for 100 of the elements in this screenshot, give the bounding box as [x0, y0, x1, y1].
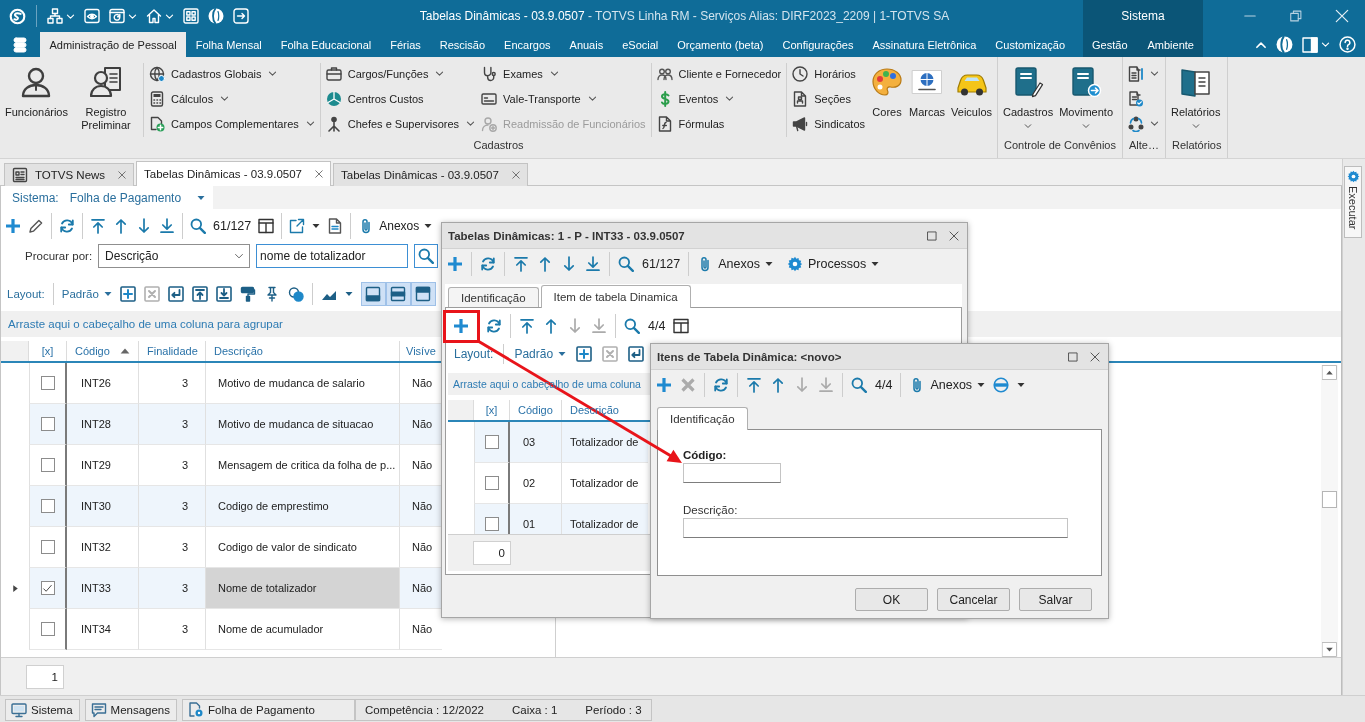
- enter-box-icon[interactable]: [628, 346, 645, 362]
- arrow-down-box-icon[interactable]: [215, 286, 232, 302]
- ribbon-item[interactable]: Horários: [792, 61, 865, 86]
- attachments-button[interactable]: Anexos: [697, 256, 773, 272]
- ribbon-item[interactable]: Centros Custos: [325, 86, 476, 111]
- close-icon[interactable]: [949, 230, 959, 241]
- layout-dropdown[interactable]: Padrão: [61, 288, 112, 300]
- ribbon-tab[interactable]: Anuais: [560, 32, 613, 57]
- ribbon-item[interactable]: Vale-Transporte: [481, 86, 646, 111]
- ribbon-tab[interactable]: Ambiente: [1137, 32, 1204, 57]
- ribbon-item[interactable]: Campos Complementares: [149, 111, 315, 136]
- arrow-down-icon[interactable]: [561, 256, 577, 272]
- document-tab[interactable]: Tabelas Dinâmicas - 03.9.0507: [333, 163, 528, 186]
- tab[interactable]: Identificação: [448, 287, 539, 307]
- status-button[interactable]: Mensagens: [84, 699, 177, 721]
- plus-icon[interactable]: [5, 217, 21, 234]
- paint-roller-icon[interactable]: [239, 286, 256, 302]
- chevron-down-icon[interactable]: [165, 11, 174, 21]
- ribbon-button[interactable]: Cores: [871, 57, 903, 139]
- ribbon-button[interactable]: Veiculos: [951, 57, 993, 139]
- ribbon-button[interactable]: Funcionários: [5, 57, 68, 139]
- ribbon-item[interactable]: Cargos/Funções: [325, 61, 476, 86]
- checkbox[interactable]: [40, 622, 55, 636]
- arrow-to-top-icon[interactable]: [513, 256, 529, 272]
- tab[interactable]: Item de tabela Dinamica: [540, 285, 691, 308]
- arrow-up-box-icon[interactable]: [191, 286, 208, 302]
- arrow-to-bottom-icon[interactable]: [585, 256, 601, 272]
- input-field[interactable]: [683, 463, 781, 483]
- circle-bar-icon[interactable]: [993, 377, 1010, 393]
- ribbon-button[interactable]: Movimento: [1059, 57, 1113, 139]
- pencil-icon[interactable]: [28, 217, 44, 234]
- status-button[interactable]: Sistema: [5, 699, 80, 721]
- export-icon[interactable]: [289, 217, 306, 234]
- close-icon[interactable]: [118, 171, 127, 179]
- menu-icon[interactable]: [12, 36, 28, 53]
- document-tab[interactable]: TOTVS News: [4, 163, 135, 186]
- search-icon[interactable]: [190, 217, 206, 234]
- checkbox[interactable]: [40, 540, 55, 554]
- cancel-button[interactable]: Cancelar: [937, 588, 1010, 611]
- ribbon-button[interactable]: Registro Preliminar: [74, 57, 138, 139]
- chevron-down-icon[interactable]: [66, 11, 75, 21]
- column-header[interactable]: Código: [67, 341, 139, 361]
- system-dropdown[interactable]: Folha de Pagamento: [69, 190, 205, 205]
- checkbox[interactable]: [484, 476, 499, 490]
- ribbon-tab[interactable]: eSocial: [612, 32, 668, 57]
- ribbon-tab[interactable]: Assinatura Eletrônica: [862, 32, 986, 57]
- logo-icon[interactable]: [9, 7, 26, 25]
- refresh-icon[interactable]: [59, 217, 75, 234]
- checkbox[interactable]: [40, 417, 55, 431]
- eye-window-icon[interactable]: [84, 8, 100, 24]
- refresh-icon[interactable]: [480, 256, 496, 272]
- search-field[interactable]: nome de totalizador: [256, 244, 409, 268]
- close-icon[interactable]: [511, 171, 520, 179]
- ribbon-tab[interactable]: Gestão: [1082, 32, 1138, 57]
- scrollbar-thumb[interactable]: [1322, 491, 1337, 508]
- tab[interactable]: Identificação: [657, 407, 748, 430]
- refresh-icon[interactable]: [486, 318, 502, 334]
- checkbox[interactable]: [40, 581, 55, 595]
- ok-button[interactable]: OK: [855, 588, 928, 611]
- checkbox[interactable]: [40, 499, 55, 513]
- ribbon-item[interactable]: Cálculos: [149, 86, 315, 111]
- search-button[interactable]: [414, 244, 439, 268]
- arrow-up-icon[interactable]: [113, 217, 129, 234]
- scrollbar-track[interactable]: [1321, 365, 1338, 657]
- ribbon-tab[interactable]: Customização: [985, 32, 1075, 57]
- attachments-button[interactable]: Anexos: [909, 377, 986, 393]
- arrow-down-icon[interactable]: [136, 217, 152, 234]
- arrow-to-top-icon[interactable]: [746, 377, 762, 393]
- ribbon-button[interactable]: Relatórios: [1170, 57, 1221, 139]
- column-header[interactable]: Descrição: [206, 341, 400, 361]
- column-header[interactable]: Visíve: [400, 341, 442, 361]
- grid-icon[interactable]: [183, 8, 199, 24]
- restore-icon[interactable]: [1290, 10, 1302, 22]
- chevron-down-icon[interactable]: [1321, 40, 1330, 49]
- column-header[interactable]: [x]: [29, 341, 67, 361]
- ribbon-button[interactable]: Cadastros: [1003, 57, 1054, 139]
- column-header[interactable]: Código: [510, 400, 562, 420]
- ribbon-tab[interactable]: Folha Mensal: [186, 32, 272, 57]
- checkbox[interactable]: [484, 435, 499, 449]
- ribbon-tab[interactable]: Férias: [380, 32, 431, 57]
- refresh-icon[interactable]: [713, 377, 729, 393]
- ribbon-item[interactable]: Cadastros Globais: [149, 61, 315, 86]
- search-icon[interactable]: [618, 256, 634, 272]
- attachments-button[interactable]: Anexos: [358, 217, 433, 234]
- columns-icon[interactable]: [673, 318, 690, 334]
- search-icon[interactable]: [851, 377, 867, 393]
- view-toggle[interactable]: [385, 282, 411, 306]
- plus-icon[interactable]: [656, 377, 672, 393]
- ribbon-tab[interactable]: Folha Educacional: [271, 32, 381, 57]
- arrow-to-top-icon[interactable]: [90, 217, 106, 234]
- checkbox[interactable]: [484, 517, 499, 531]
- globe-icon[interactable]: [208, 8, 224, 24]
- ribbon-item[interactable]: Exames: [481, 61, 646, 86]
- help-icon[interactable]: [1339, 36, 1356, 53]
- arrow-to-top-icon[interactable]: [519, 318, 535, 334]
- caret-down-icon[interactable]: [312, 221, 321, 230]
- arrow-up-icon[interactable]: [537, 256, 553, 272]
- document-icon[interactable]: [327, 217, 344, 234]
- save-button[interactable]: Salvar: [1019, 588, 1092, 611]
- column-header[interactable]: Finalidade: [139, 341, 206, 361]
